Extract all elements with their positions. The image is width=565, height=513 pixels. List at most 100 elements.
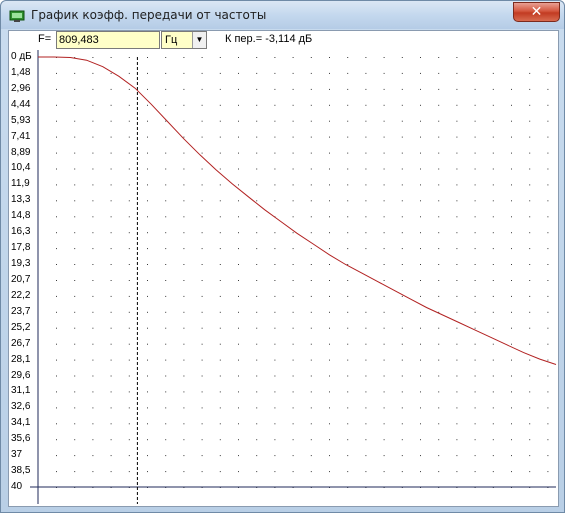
grid-dot (147, 184, 148, 186)
grid-dot (383, 168, 385, 170)
grid-dot (238, 280, 239, 281)
grid-dot (474, 104, 476, 106)
grid-dot (456, 455, 458, 457)
grid-dot (110, 295, 112, 297)
grid-dot (92, 200, 94, 202)
grid-dot (420, 104, 421, 106)
grid-dot (529, 120, 531, 122)
grid-dot (347, 232, 349, 234)
grid-dot (201, 327, 203, 329)
grid-dot (438, 104, 440, 106)
grid-dot (256, 343, 258, 345)
grid-dot (274, 200, 276, 202)
grid-dot (474, 455, 476, 457)
grid-dot (329, 471, 330, 473)
grid-dot (256, 200, 258, 202)
grid-dot (110, 471, 112, 473)
grid-dot (310, 280, 312, 281)
grid-dot (110, 136, 112, 138)
grid-dot (219, 423, 221, 425)
grid-dot (256, 391, 258, 393)
grid-dot (529, 295, 531, 297)
grid-dot (329, 327, 330, 329)
grid-dot (292, 57, 294, 58)
grid-dot (256, 184, 258, 186)
grid-dot (547, 88, 549, 90)
grid-dot (511, 57, 512, 58)
grid-dot (128, 375, 130, 377)
grid-dot (401, 391, 403, 393)
grid-dot (347, 295, 349, 297)
grid-dot (383, 280, 385, 281)
grid-dot (420, 216, 421, 218)
grid-dot (274, 57, 276, 58)
grid-dot (492, 57, 494, 58)
chart-plot[interactable] (0, 0, 565, 513)
grid-dot (547, 57, 549, 58)
grid-dot (329, 391, 330, 393)
grid-dot (238, 455, 239, 457)
grid-dot (128, 168, 130, 170)
grid-dot (383, 375, 385, 377)
grid-dot (310, 311, 312, 313)
grid-dot (92, 423, 94, 425)
grid-dot (420, 455, 421, 457)
grid-dot (456, 216, 458, 218)
grid-dot (401, 407, 403, 409)
grid-dot (183, 232, 185, 234)
grid-dot (201, 248, 203, 250)
grid-dot (74, 359, 76, 361)
grid-dot (165, 248, 167, 250)
grid-dot (183, 264, 185, 265)
grid-dot (147, 216, 148, 218)
grid-dot (219, 439, 221, 441)
grid-dot (128, 200, 130, 202)
grid-dot (365, 232, 367, 234)
grid-dot (201, 359, 203, 361)
grid-dot (147, 455, 148, 457)
grid-dot (547, 295, 549, 297)
grid-dot (165, 264, 167, 265)
grid-dot (74, 343, 76, 345)
grid-dot (256, 264, 258, 265)
grid-dot (128, 311, 130, 313)
grid-dot (110, 200, 112, 202)
grid-dot (529, 311, 531, 313)
grid-dot (456, 72, 458, 74)
grid-dot (74, 455, 76, 457)
grid-dot (329, 232, 330, 234)
grid-dot (292, 216, 294, 218)
grid-dot (401, 359, 403, 361)
grid-dot (401, 311, 403, 313)
grid-dot (56, 439, 57, 441)
grid-dot (547, 455, 549, 457)
grid-dot (201, 295, 203, 297)
grid-dot (474, 136, 476, 138)
grid-dot (401, 168, 403, 170)
grid-dot (529, 471, 531, 473)
grid-dot (401, 280, 403, 281)
grid-dot (110, 168, 112, 170)
grid-dot (201, 216, 203, 218)
grid-dot (383, 152, 385, 154)
grid-dot (147, 295, 148, 297)
grid-dot (274, 248, 276, 250)
grid-dot (201, 280, 203, 281)
grid-dot (492, 311, 494, 313)
grid-dot (147, 88, 148, 90)
grid-dot (420, 168, 421, 170)
grid-dot (474, 375, 476, 377)
grid-dot (474, 280, 476, 281)
grid-dot (365, 311, 367, 313)
grid-dot (438, 88, 440, 90)
grid-dot (365, 375, 367, 377)
grid-dot (92, 104, 94, 106)
grid-dot (438, 184, 440, 186)
grid-dot (329, 248, 330, 250)
grid-dot (256, 471, 258, 473)
grid-dot (201, 264, 203, 265)
grid-dot (401, 439, 403, 441)
grid-dot (219, 391, 221, 393)
grid-dot (329, 295, 330, 297)
grid-dot (547, 471, 549, 473)
